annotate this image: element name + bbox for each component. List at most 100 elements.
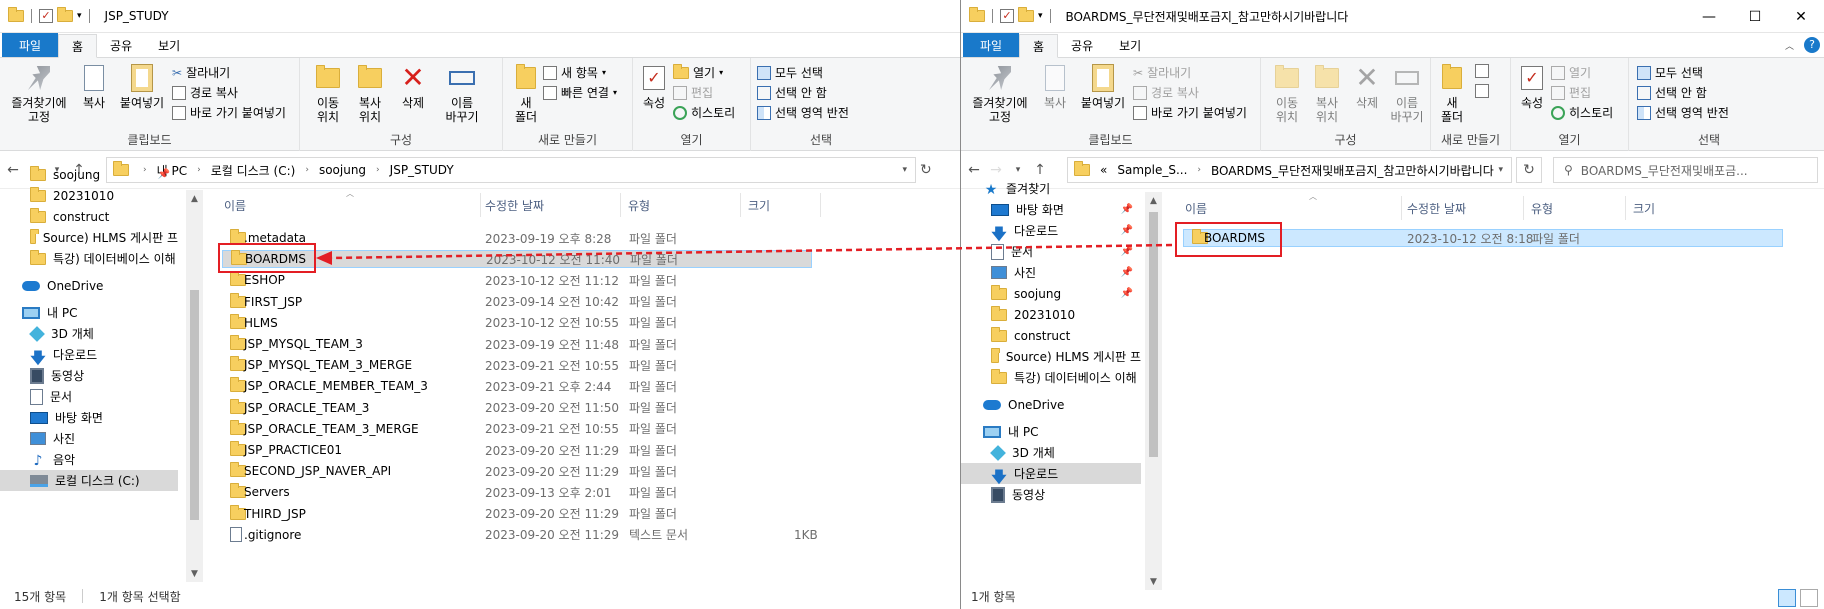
help-icon[interactable]: ? — [1804, 37, 1820, 53]
tab-share[interactable]: 공유 — [97, 33, 145, 57]
column-type[interactable]: 유형 — [1531, 200, 1553, 217]
breadcrumb-item[interactable]: soojung — [319, 163, 366, 177]
nav-item[interactable]: 20231010 — [961, 304, 1141, 325]
properties-quick-icon[interactable]: ✓ — [39, 9, 53, 23]
scroll-up-icon[interactable]: ▲ — [186, 190, 203, 207]
nav-item[interactable]: 3D 개체 — [961, 442, 1141, 463]
nav-item[interactable]: 🡇 다운로드 📌 — [961, 220, 1141, 243]
nav-item[interactable]: 🡇 다운로드 — [961, 463, 1141, 486]
nav-scrollbar[interactable]: ▲ ▼ — [186, 190, 203, 582]
paste-button[interactable]: 붙여넣기 — [1075, 62, 1131, 110]
easy-access-button[interactable]: 빠른 연결 ▾ — [543, 84, 617, 101]
file-row[interactable]: Servers 2023-09-13 오후 2:01 파일 폴더 — [222, 483, 812, 501]
tab-share[interactable]: 공유 — [1058, 33, 1106, 57]
refresh-icon[interactable]: ↻ — [1516, 157, 1542, 183]
nav-scrollbar[interactable]: ▲ ▼ — [1145, 192, 1162, 590]
tab-view[interactable]: 보기 — [1106, 33, 1154, 57]
nav-item[interactable]: 문서 📌 — [961, 241, 1141, 262]
file-row[interactable]: JSP_ORACLE_TEAM_3_MERGE 2023-09-21 오전 10:… — [222, 419, 812, 438]
column-name[interactable]: 이름 — [224, 197, 246, 214]
invert-selection-button[interactable]: 선택 영역 반전 — [757, 104, 849, 121]
search-box[interactable]: ⚲ BOARDMS_무단전재및배포금... — [1553, 157, 1818, 183]
close-icon[interactable]: ✕ — [1778, 0, 1824, 33]
edit-button[interactable]: 편집 — [1551, 84, 1591, 101]
cut-button[interactable]: ✂ 잘라내기 — [172, 64, 230, 81]
address-dropdown-icon[interactable]: ▾ — [1498, 165, 1503, 175]
nav-item[interactable]: 20231010 — [0, 185, 178, 206]
nav-item[interactable]: 3D 개체 — [0, 323, 178, 344]
pin-quick-access-button[interactable]: 즐겨찾기에 고정 — [4, 62, 74, 124]
nav-item[interactable]: soojung 📌 — [0, 164, 178, 185]
details-view-icon[interactable] — [1778, 589, 1796, 607]
collapse-ribbon-icon[interactable]: ︿ — [1785, 39, 1794, 52]
tab-file[interactable]: 파일 — [2, 33, 58, 57]
scroll-up-icon[interactable]: ▲ — [1145, 192, 1162, 209]
scroll-down-icon[interactable]: ▼ — [1145, 573, 1162, 590]
tab-file[interactable]: 파일 — [963, 33, 1019, 57]
address-dropdown-icon[interactable]: ▾ — [902, 165, 907, 175]
forward-icon[interactable]: → — [989, 162, 1003, 178]
nav-item[interactable]: ♪ 음악 — [0, 449, 178, 470]
nav-item[interactable]: 동영상 — [0, 365, 178, 386]
nav-item[interactable]: construct — [0, 206, 178, 227]
nav-item[interactable]: 로컬 디스크 (C:) — [0, 470, 178, 491]
move-to-button[interactable]: 이동 위치 — [1267, 62, 1307, 124]
column-size[interactable]: 크기 — [748, 197, 770, 214]
file-row[interactable]: HLMS 2023-10-12 오전 10:55 파일 폴더 — [222, 313, 812, 332]
nav-item[interactable]: 사진 📌 — [961, 262, 1141, 283]
new-folder-quick-icon[interactable] — [57, 7, 73, 22]
easy-access-button[interactable] — [1475, 84, 1489, 98]
file-row[interactable]: BOARDMS 2023-10-12 오전 8:18 파일 폴더 — [1183, 229, 1783, 247]
quick-access-dropdown-icon[interactable]: ▾ — [1038, 11, 1043, 21]
new-item-button[interactable] — [1475, 64, 1489, 78]
nav-item[interactable]: Source) HLMS 게시판 프 — [961, 346, 1141, 367]
breadcrumb-item[interactable]: Sample_S... — [1117, 163, 1187, 177]
copy-to-button[interactable]: 복사 위치 — [1307, 62, 1347, 124]
select-none-button[interactable]: 선택 안 함 — [757, 84, 827, 101]
pin-quick-access-button[interactable]: 즐겨찾기에 고정 — [965, 62, 1035, 124]
move-to-button[interactable]: 이동 위치 — [308, 62, 348, 124]
select-all-button[interactable]: 모두 선택 — [757, 64, 823, 81]
file-row[interactable]: FIRST_JSP 2023-09-14 오전 10:42 파일 폴더 — [222, 292, 812, 311]
copy-to-button[interactable]: 복사 위치 — [350, 62, 390, 124]
file-row[interactable]: .metadata 2023-09-19 오후 8:28 파일 폴더 — [222, 229, 812, 247]
new-folder-quick-icon[interactable] — [1018, 7, 1034, 22]
edit-button[interactable]: 편집 — [673, 84, 713, 101]
file-row[interactable]: THIRD_JSP 2023-09-20 오전 11:29 파일 폴더 — [222, 504, 812, 523]
nav-item[interactable]: 특강) 데이터베이스 이해 — [961, 367, 1141, 388]
history-button[interactable]: 히스토리 — [1551, 104, 1613, 121]
nav-item[interactable]: 내 PC — [961, 421, 1141, 442]
tab-view[interactable]: 보기 — [145, 33, 193, 57]
nav-item[interactable]: OneDrive — [0, 275, 178, 296]
breadcrumb-item[interactable]: BOARDMS_무단전재및배포금지_참고만하시기바랍니다 — [1211, 162, 1494, 179]
nav-item[interactable]: 내 PC — [0, 302, 178, 323]
file-row[interactable]: JSP_ORACLE_MEMBER_TEAM_3 2023-09-21 오후 2:… — [222, 377, 812, 395]
properties-button[interactable]: ✓ 속성 — [637, 62, 671, 110]
breadcrumb-item[interactable]: JSP_STUDY — [390, 163, 454, 177]
new-folder-button[interactable]: 새 폴더 — [509, 62, 543, 124]
nav-item[interactable]: 바탕 화면 — [0, 407, 178, 428]
open-button[interactable]: 열기 — [1551, 64, 1591, 81]
up-icon[interactable]: ↑ — [1033, 162, 1047, 178]
nav-item[interactable]: OneDrive — [961, 394, 1141, 415]
back-icon[interactable]: ← — [967, 162, 981, 178]
nav-item[interactable]: soojung 📌 — [961, 283, 1141, 304]
large-icons-view-icon[interactable] — [1800, 589, 1818, 607]
refresh-icon[interactable]: ↻ — [920, 162, 932, 178]
maximize-icon[interactable]: ☐ — [1732, 0, 1778, 33]
nav-item[interactable]: 문서 — [0, 386, 178, 407]
cut-button[interactable]: ✂ 잘라내기 — [1133, 64, 1191, 81]
scroll-thumb[interactable] — [190, 290, 199, 520]
nav-item[interactable]: 🡇 다운로드 — [0, 344, 178, 367]
tab-home[interactable]: 홈 — [1019, 34, 1059, 58]
recent-locations-icon[interactable]: ▾ — [1011, 165, 1025, 175]
properties-button[interactable]: ✓ 속성 — [1515, 62, 1549, 110]
column-name[interactable]: 이름 — [1185, 200, 1207, 217]
nav-item[interactable]: 사진 — [0, 428, 178, 449]
paste-shortcut-button[interactable]: 바로 가기 붙여넣기 — [172, 104, 286, 121]
column-date[interactable]: 수정한 날짜 — [485, 197, 544, 214]
column-size[interactable]: 크기 — [1633, 200, 1655, 217]
column-type[interactable]: 유형 — [628, 197, 650, 214]
file-row[interactable]: .gitignore 2023-09-20 오전 11:29 텍스트 문서 1KB — [222, 526, 818, 544]
column-date[interactable]: 수정한 날짜 — [1407, 200, 1466, 217]
